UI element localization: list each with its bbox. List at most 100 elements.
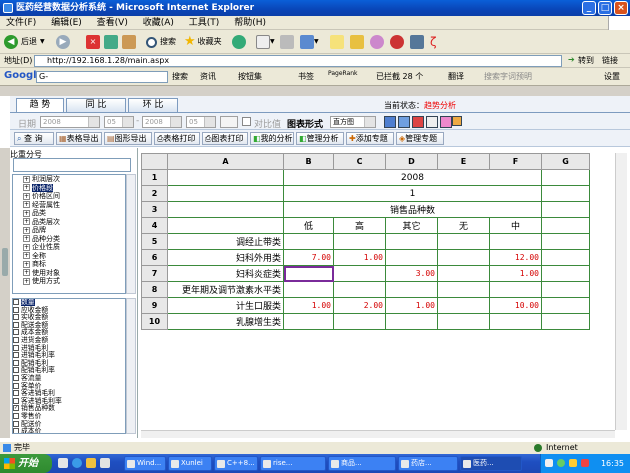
my-analysis-button[interactable]: ◧我的分析 <box>250 132 294 145</box>
tree-item[interactable]: + 品类 <box>13 209 125 218</box>
settings-icon[interactable] <box>452 116 462 126</box>
task-rise[interactable]: rise... <box>260 456 326 471</box>
grid-cell[interactable] <box>333 233 386 250</box>
measure-checkbox[interactable] <box>13 397 19 404</box>
column-header[interactable]: F <box>489 153 542 170</box>
row-header[interactable]: 7 <box>141 265 168 282</box>
grid-cell[interactable] <box>385 313 438 330</box>
menu-help[interactable]: 帮助(H) <box>228 16 272 30</box>
from-year-select[interactable]: 2008 <box>40 116 100 128</box>
menu-tools[interactable]: 工具(T) <box>183 16 226 30</box>
expand-icon[interactable]: + <box>23 184 30 191</box>
google-news-button[interactable]: 资讯 <box>200 71 216 82</box>
expand-icon[interactable]: + <box>23 252 30 259</box>
close-button[interactable]: × <box>614 1 628 15</box>
tray-volume-icon[interactable] <box>569 459 577 467</box>
manage-analysis-button[interactable]: ◧管理分析 <box>296 132 344 145</box>
grid-cell[interactable]: 12.00 <box>489 249 542 266</box>
expand-icon[interactable]: + <box>23 218 30 225</box>
grid-cell[interactable] <box>541 265 590 282</box>
grid-cell[interactable]: 高 <box>333 217 386 234</box>
row-label-cell[interactable]: 更年期及调节激素水平类 <box>167 281 284 298</box>
task-xunlei[interactable]: Xunlei <box>168 456 212 471</box>
grid-cell[interactable]: 7.00 <box>283 249 334 266</box>
expand-icon[interactable]: + <box>23 269 30 276</box>
grid-cell[interactable] <box>489 233 542 250</box>
google-settings-button[interactable]: 设置 <box>604 71 620 82</box>
task-cpp[interactable]: C++8... <box>214 456 258 471</box>
measure-checkbox[interactable] <box>13 390 19 397</box>
measure-checkbox[interactable] <box>13 321 19 328</box>
grid-cell[interactable]: 中 <box>489 217 542 234</box>
chart-type-select[interactable]: 直方图 <box>330 116 376 128</box>
highlight-terms[interactable]: 搜索字词预明 <box>484 71 532 82</box>
grid-cell[interactable] <box>283 233 334 250</box>
expand-icon[interactable]: + <box>23 260 30 268</box>
measure-checkbox[interactable] <box>13 336 19 343</box>
expand-icon[interactable]: + <box>23 201 30 208</box>
tab-period-over-period[interactable]: 环 比 <box>128 98 178 112</box>
column-header[interactable]: E <box>437 153 490 170</box>
row-label-cell[interactable]: 妇科外用类 <box>167 249 284 266</box>
header-cell[interactable]: 销售品种数 <box>283 201 542 218</box>
tree-item[interactable]: + 利润层次 <box>13 175 125 184</box>
prev-icon[interactable] <box>384 116 396 128</box>
expand-icon[interactable]: + <box>23 209 30 217</box>
measure-checkbox[interactable] <box>13 412 19 419</box>
measure-checkbox[interactable] <box>13 420 19 427</box>
column-header[interactable]: B <box>283 153 334 170</box>
links-button[interactable]: 链接 <box>602 55 618 66</box>
print-button[interactable] <box>280 33 294 51</box>
grid-cell[interactable] <box>437 281 490 298</box>
tree-item[interactable]: + 使用方式 <box>13 277 125 286</box>
google-buttons-menu[interactable]: 按钮集 <box>238 71 262 82</box>
tree-item[interactable]: + 商标 <box>13 260 125 269</box>
dimension-tree[interactable]: + 利润层次 + 价格段 + 价格区间 + 经营属性 + 品类 + 品类层次 + 品牌 + 品种分类 + 企业性质… <box>12 174 126 294</box>
grid-cell[interactable]: 1.00 <box>385 297 438 314</box>
menu-file[interactable]: 文件(F) <box>0 16 42 30</box>
measure-item[interactable]: 成本价 <box>13 427 125 433</box>
to-year-select[interactable]: 2008 <box>142 116 182 128</box>
row-header[interactable]: 3 <box>141 201 168 218</box>
splitter-handle[interactable] <box>2 248 8 276</box>
grid-cell[interactable] <box>333 265 386 282</box>
grid-cell[interactable] <box>541 249 590 266</box>
grid-cell[interactable] <box>283 281 334 298</box>
tree-item[interactable]: + 品种分类 <box>13 235 125 244</box>
grid-cell[interactable] <box>541 233 590 250</box>
favorites-button[interactable]: ★ 收藏夹 <box>184 33 222 51</box>
row-label-cell[interactable] <box>167 201 284 218</box>
flashget-button[interactable] <box>390 33 404 51</box>
row-label-cell[interactable]: 调经止带类 <box>167 233 284 250</box>
column-header[interactable]: C <box>333 153 386 170</box>
tab-trend[interactable]: 趋 势 <box>16 98 64 113</box>
tab-year-over-year[interactable]: 同 比 <box>66 98 126 112</box>
grid-cell[interactable]: 10.00 <box>489 297 542 314</box>
row-label-cell[interactable] <box>167 185 284 202</box>
chart-export-button[interactable]: ▤图形导出 <box>104 132 152 145</box>
measure-checkbox[interactable] <box>13 329 19 336</box>
grid-cell[interactable] <box>541 185 590 202</box>
measure-checkbox[interactable] <box>13 344 19 351</box>
grid-cell[interactable] <box>437 265 490 282</box>
row-label-cell[interactable] <box>167 217 284 234</box>
tree-item[interactable]: + 全称 <box>13 252 125 261</box>
range-extra-select[interactable] <box>220 116 238 128</box>
to-month-select[interactable]: 05 <box>186 116 216 128</box>
grid-cell[interactable] <box>385 233 438 250</box>
task-medicine[interactable]: 医药... <box>460 456 522 471</box>
measure-checkbox[interactable] <box>13 382 19 389</box>
menu-favorites[interactable]: 收藏(A) <box>137 16 180 30</box>
quicklaunch-media-icon[interactable] <box>86 458 96 468</box>
thunder-button[interactable]: ζ <box>430 33 437 51</box>
grid-cell[interactable] <box>541 313 590 330</box>
tray-network-icon[interactable] <box>557 459 565 467</box>
search-button[interactable]: 搜索 <box>146 33 176 51</box>
grid-cell[interactable]: 1.00 <box>283 297 334 314</box>
google-bookmarks-button[interactable]: 书签 <box>298 71 314 82</box>
palette-icon[interactable] <box>440 116 452 128</box>
tool-button[interactable] <box>410 33 424 51</box>
tree-scrollbar[interactable] <box>126 174 136 294</box>
measure-checkbox[interactable]: ✓ <box>13 405 19 412</box>
expand-icon[interactable]: + <box>23 277 30 285</box>
